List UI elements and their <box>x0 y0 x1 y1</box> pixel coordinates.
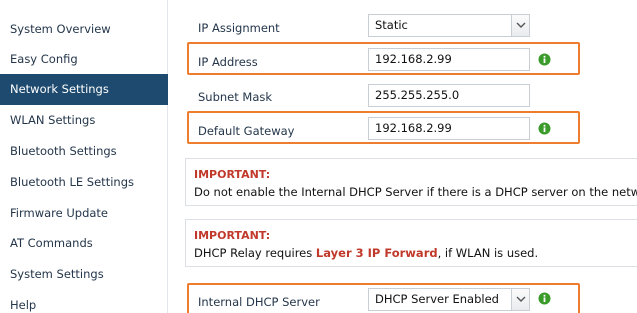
note-text-after: , if WLAN is used. <box>437 246 539 260</box>
sidebar-nav: System Overview Easy Config Network Sett… <box>0 0 168 313</box>
sidebar-item-easy-config[interactable]: Easy Config <box>0 44 168 75</box>
ip-assignment-label: IP Assignment <box>198 21 280 35</box>
ip-address-input[interactable]: 192.168.2.99 <box>368 48 530 71</box>
important-note-dhcp-server: IMPORTANT: Do not enable the Internal DH… <box>185 158 637 206</box>
default-gateway-label: Default Gateway <box>198 124 295 138</box>
sidebar-item-bluetooth-settings[interactable]: Bluetooth Settings <box>0 136 168 167</box>
note-title: IMPORTANT: <box>194 168 271 181</box>
note-text: DHCP Relay requires Layer 3 IP Forward, … <box>194 246 538 260</box>
sidebar-item-bluetooth-le-settings[interactable]: Bluetooth LE Settings <box>0 167 168 198</box>
subnet-mask-input[interactable]: 255.255.255.0 <box>368 84 530 107</box>
check-circle-icon <box>538 122 551 135</box>
important-note-dhcp-relay: IMPORTANT: DHCP Relay requires Layer 3 I… <box>185 219 637 267</box>
sidebar-item-firmware-update[interactable]: Firmware Update <box>0 198 168 229</box>
sidebar-item-system-overview[interactable]: System Overview <box>0 14 168 45</box>
network-settings-form: IP Assignment Static IP Address 192.168.… <box>168 0 637 313</box>
sidebar-item-help[interactable]: Help <box>0 290 168 313</box>
dhcp-server-label: Internal DHCP Server <box>198 295 320 309</box>
ip-address-label: IP Address <box>198 55 258 69</box>
ip-assignment-value: Static <box>375 18 408 32</box>
note-text: Do not enable the Internal DHCP Server i… <box>194 185 637 199</box>
layer3-ip-forward-link[interactable]: Layer 3 IP Forward <box>316 246 438 260</box>
check-circle-icon <box>538 53 551 66</box>
sidebar-item-system-settings[interactable]: System Settings <box>0 259 168 290</box>
sidebar-item-at-commands[interactable]: AT Commands <box>0 228 168 259</box>
dhcp-server-select[interactable]: DHCP Server Enabled <box>368 288 530 311</box>
chevron-down-icon[interactable] <box>511 15 529 36</box>
subnet-mask-label: Subnet Mask <box>198 90 273 104</box>
chevron-down-icon[interactable] <box>511 289 529 310</box>
sidebar-item-wlan-settings[interactable]: WLAN Settings <box>0 105 168 136</box>
note-text-before: DHCP Relay requires <box>194 246 316 260</box>
ip-assignment-select[interactable]: Static <box>368 14 530 37</box>
sidebar-item-network-settings[interactable]: Network Settings <box>0 74 168 105</box>
check-circle-icon <box>538 292 551 305</box>
default-gateway-input[interactable]: 192.168.2.99 <box>368 117 530 140</box>
dhcp-server-value: DHCP Server Enabled <box>375 292 499 306</box>
note-title: IMPORTANT: <box>194 229 271 242</box>
